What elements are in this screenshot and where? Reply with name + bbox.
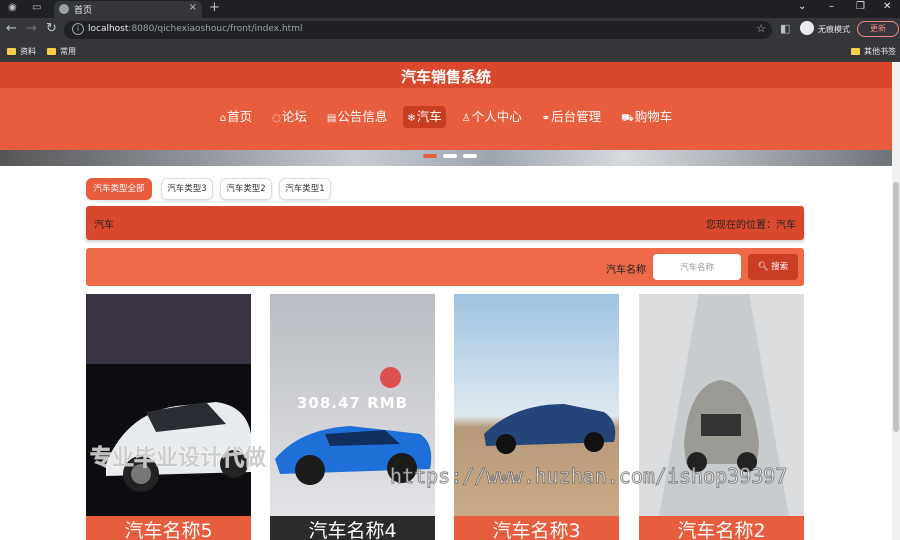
bookmark-star-icon[interactable]: ☆ [756,22,766,35]
watermark-left: 专业毕业设计代做 [89,446,267,472]
car-card[interactable]: 308.47 RMB 汽车名称4 [270,294,435,540]
menu-label: 购物车 [634,109,673,124]
back-icon[interactable]: ← [6,21,17,37]
search-button[interactable]: 🔍︎ 搜索 [748,254,798,280]
menu-icon: ⚭ [541,113,551,124]
menu-icon: ⛟ [621,113,634,124]
car-grid: 汽车名称5 308.47 RMB 汽车名称4 汽车名称3 汽车名称2 [86,294,804,540]
mouse-cursor [380,367,401,388]
tab-overview-icon[interactable]: ▭ [32,2,41,13]
menu-label: 论坛 [281,109,307,124]
update-button[interactable]: 更新 [857,21,899,37]
minimize-icon[interactable]: – [829,1,834,12]
menu-item-0[interactable]: ⌂首页 [216,106,256,128]
bookmark-folder-1[interactable]: 资料 [7,46,36,57]
carousel-dot-active[interactable] [423,154,437,158]
car-card[interactable]: 汽车名称5 [86,294,251,540]
new-tab-button[interactable]: + [209,0,220,15]
banner-carousel[interactable] [0,150,892,166]
carousel-dot[interactable] [463,154,477,158]
side-panel-icon[interactable]: ◧ [780,21,790,37]
breadcrumb: 您现在的位置：汽车 [706,220,796,231]
breadcrumb-bar: 汽车 您现在的位置：汽车 [86,206,804,240]
type-3-button[interactable]: 汽车类型3 [161,178,213,200]
forward-icon[interactable]: → [26,21,37,37]
site-header: 汽车销售系统 ⌂首页 ◌论坛 ▤公告信息 ❄汽车 ♙个人中心 ⚭后台管理 ⛟购物车 [0,62,892,150]
search-input[interactable] [653,254,741,280]
search-bar: 汽车名称 🔍︎ 搜索 [86,248,804,286]
menu-label: 首页 [227,109,253,124]
menu-item-5[interactable]: ⚭后台管理 [538,106,605,128]
folder-icon [47,48,56,55]
car-name[interactable]: 汽车名称5 [86,516,251,540]
folder-icon [851,48,860,55]
menu-icon: ▤ [326,113,337,124]
address-bar[interactable]: i localhost:8080/qichexiaoshouc/front/in… [64,21,772,39]
tab-home[interactable]: 首页 × [54,1,202,18]
folder-icon [7,48,16,55]
carousel-dot[interactable] [443,154,457,158]
menu-label: 后台管理 [551,109,602,124]
url-text[interactable]: localhost:8080/qichexiaoshouc/front/inde… [88,24,302,34]
car-card[interactable]: 汽车名称2 [639,294,804,540]
site-info-icon[interactable]: i [72,23,84,35]
main-menu: ⌂首页 ◌论坛 ▤公告信息 ❄汽车 ♙个人中心 ⚭后台管理 ⛟购物车 [0,106,892,128]
type-2-button[interactable]: 汽车类型2 [220,178,272,200]
menu-item-4[interactable]: ♙个人中心 [458,106,526,128]
bookmark-folder-2[interactable]: 常用 [47,46,76,57]
bookmarks-bar: 资料 常用 其他书签 [0,42,900,62]
page-scrollbar[interactable] [892,62,900,540]
menu-icon: ◌ [272,113,281,124]
search-icon: 🔍︎ [757,262,769,272]
type-all-button[interactable]: 汽车类型全部 [86,178,152,200]
reload-icon[interactable]: ↻ [46,21,57,37]
maximize-icon[interactable]: ❐ [856,1,865,12]
incognito-label: 无痕模式 [818,25,850,34]
search-label: 汽车名称 [606,265,646,276]
car-price: 308.47 RMB [296,394,408,412]
scrollbar-thumb[interactable] [893,182,899,432]
menu-label: 汽车 [416,109,442,124]
car-image [86,294,251,516]
incognito-avatar[interactable] [800,21,814,35]
close-window-icon[interactable]: ✕ [883,1,891,12]
watermark-right: https://www.huzhan.com/ishop39397 [389,464,788,489]
browser-menu-icon[interactable]: ◉ [8,2,17,13]
car-name[interactable]: 汽车名称3 [454,516,619,540]
menu-icon: ♙ [461,113,471,124]
toolbar: ← → ↻ i localhost:8080/qichexiaoshouc/fr… [0,18,900,42]
tab-strip: ◉ ▭ 首页 × + ⌄ – ❐ ✕ [0,0,900,18]
close-tab-icon[interactable]: × [189,2,197,13]
site-title: 汽车销售系统 [400,68,491,86]
globe-icon [59,4,69,14]
car-card[interactable]: 汽车名称3 [454,294,619,540]
menu-item-2[interactable]: ▤公告信息 [323,106,391,128]
section-title: 汽车 [94,220,114,231]
type-1-button[interactable]: 汽车类型1 [279,178,331,200]
menu-item-3[interactable]: ❄汽车 [403,106,446,128]
car-name[interactable]: 汽车名称2 [639,516,804,540]
other-bookmarks[interactable]: 其他书签 [851,46,896,57]
car-name[interactable]: 汽车名称4 [270,516,435,540]
page-viewport: 汽车销售系统 ⌂首页 ◌论坛 ▤公告信息 ❄汽车 ♙个人中心 ⚭后台管理 ⛟购物车 汽车类型… [0,62,900,540]
menu-icon: ⌂ [219,113,227,124]
menu-icon: ❄ [407,113,416,124]
menu-item-1[interactable]: ◌论坛 [268,106,311,128]
tab-title: 首页 [74,6,93,16]
browser-chrome: ◉ ▭ 首页 × + ⌄ – ❐ ✕ ← → ↻ i localhost:808… [0,0,900,62]
menu-label: 公告信息 [337,109,388,124]
menu-item-6[interactable]: ⛟购物车 [617,106,676,128]
menu-label: 个人中心 [471,109,522,124]
tab-search-icon[interactable]: ⌄ [798,1,806,12]
